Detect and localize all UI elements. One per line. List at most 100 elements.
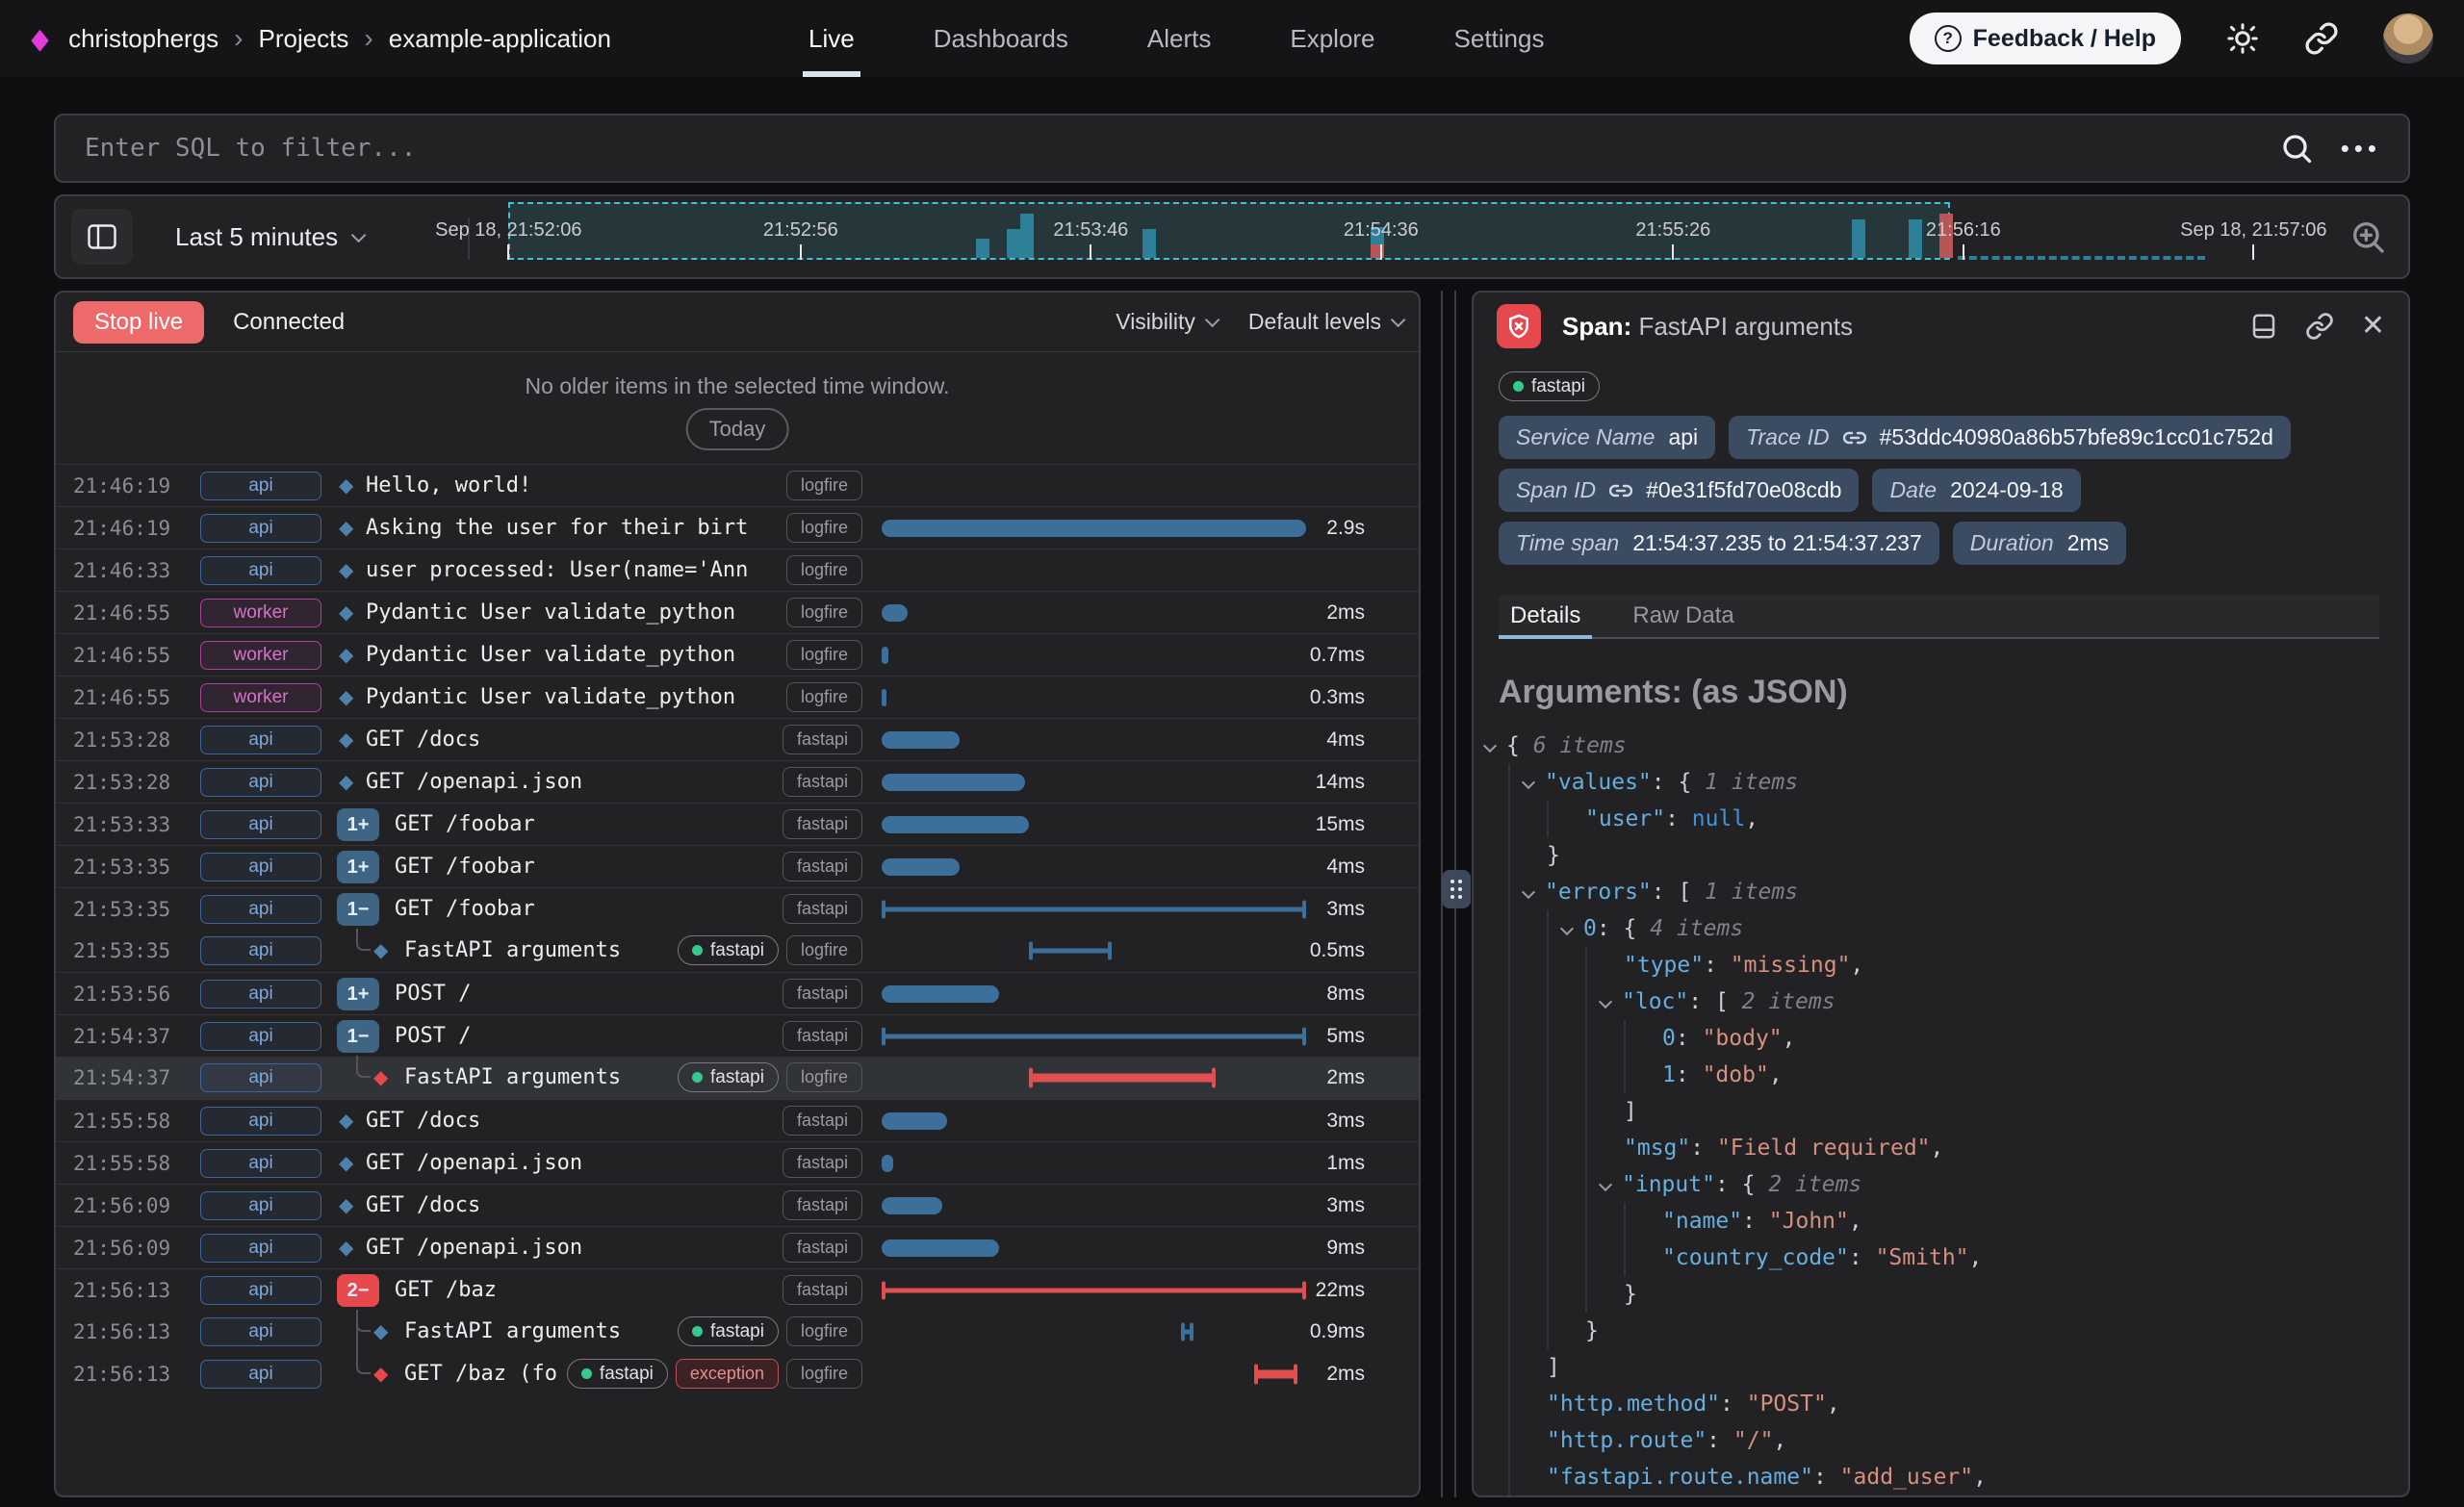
trace-row[interactable]: 21:46:19api◆Asking the user for their bi… xyxy=(56,506,1419,549)
trace-row[interactable]: 21:46:55worker◆Pydantic User validate_py… xyxy=(56,676,1419,718)
trace-row[interactable]: 21:56:09api◆GET /docsfastapi3ms xyxy=(56,1184,1419,1226)
row-tags: fastapilogfire xyxy=(678,1316,862,1346)
duration-bar xyxy=(1254,1353,1297,1395)
diamond-blue-icon: ◆ xyxy=(339,592,353,634)
nav-tab-explore[interactable]: Explore xyxy=(1290,0,1374,77)
trace-row[interactable]: 21:53:28api◆GET /openapi.jsonfastapi14ms xyxy=(56,760,1419,803)
sql-filter-input[interactable] xyxy=(56,134,2279,163)
sidebar-toggle-button[interactable] xyxy=(71,209,133,265)
metadata-badge-span-id[interactable]: Span ID#0e31f5fd70e08cdb xyxy=(1499,469,1859,512)
zoom-in-icon[interactable] xyxy=(2348,217,2387,256)
fastapi-tag-pill: fastapi xyxy=(783,1021,862,1051)
breadcrumb-org[interactable]: christophergs xyxy=(68,24,218,54)
nav-tab-live[interactable]: Live xyxy=(808,0,855,77)
trace-row[interactable]: 21:53:35api1−GET /foobarfastapi3ms xyxy=(56,887,1419,930)
visibility-dropdown[interactable]: Visibility xyxy=(1116,309,1216,335)
pane-resize-handle[interactable] xyxy=(1442,870,1471,908)
metadata-badge-duration: Duration2ms xyxy=(1953,522,2126,565)
fastapi-tag-pill: fastapi xyxy=(783,725,862,754)
indent-guide xyxy=(1547,1313,1585,1349)
chevron-down-icon xyxy=(1205,313,1220,328)
trace-row[interactable]: 21:46:19api◆Hello, world!logfire xyxy=(56,464,1419,506)
feedback-help-button[interactable]: ? Feedback / Help xyxy=(1910,13,2181,64)
span-metadata-badges: Service Nameapi Trace ID#53ddc40980a86b57… xyxy=(1499,416,2291,565)
trace-row[interactable]: 21:56:13api◆FastAPI argumentsfastapilogf… xyxy=(56,1311,1419,1353)
row-tags: fastapi xyxy=(783,1021,862,1051)
trace-row[interactable]: 21:46:55worker◆Pydantic User validate_py… xyxy=(56,591,1419,633)
collapse-expand-badge[interactable]: 1+ xyxy=(337,851,379,883)
panel-layout-icon[interactable] xyxy=(2249,312,2278,341)
metadata-badge-trace-id[interactable]: Trace ID#53ddc40980a86b57bfe89c1cc01c752… xyxy=(1729,416,2291,459)
trace-row[interactable]: 21:53:35api◆FastAPI argumentsfastapilogf… xyxy=(56,930,1419,972)
trace-row[interactable]: 21:53:56api1+POST /fastapi8ms xyxy=(56,972,1419,1014)
collapse-expand-badge[interactable]: 1− xyxy=(337,1020,379,1053)
trace-row[interactable]: 21:46:55worker◆Pydantic User validate_py… xyxy=(56,633,1419,676)
collapse-chevron-icon[interactable] xyxy=(1483,739,1497,753)
trace-row[interactable]: 21:46:33api◆user processed: User(name='A… xyxy=(56,549,1419,591)
timeline-tick-label: Sep 18, 21:57:06 xyxy=(2180,219,2326,242)
green-dot-icon xyxy=(581,1368,592,1379)
json-line: "msg": "Field required", xyxy=(1508,1130,2399,1166)
json-line: { 6 items xyxy=(1508,728,2399,764)
trace-row[interactable]: 21:56:13api2−GET /bazfastapi22ms xyxy=(56,1268,1419,1311)
time-range-dropdown[interactable]: Last 5 minutes xyxy=(175,222,362,252)
json-line: "user": null, xyxy=(1508,801,2399,837)
breadcrumb-project[interactable]: example-application xyxy=(389,24,611,54)
detail-tab-raw-data[interactable]: Raw Data xyxy=(1621,595,1745,637)
trace-row[interactable]: 21:53:28api◆GET /docsfastapi4ms xyxy=(56,718,1419,760)
trace-row[interactable]: 21:56:13api◆GET /baz (fofastapiexception… xyxy=(56,1353,1419,1395)
exception-tag-pill: exception xyxy=(676,1359,779,1389)
default-levels-dropdown[interactable]: Default levels xyxy=(1248,309,1401,335)
badge-value: api xyxy=(1668,424,1698,450)
row-tags: logfire xyxy=(786,513,862,543)
collapse-expand-badge[interactable]: 1+ xyxy=(337,978,379,1010)
row-tags: fastapilogfire xyxy=(678,935,862,965)
timeline-tick-label: 21:54:36 xyxy=(1344,219,1419,242)
logfire-logo-icon[interactable]: ◆ xyxy=(31,22,48,56)
timeline-histogram[interactable]: Sep 18, 21:52:0621:52:5621:53:4621:54:36… xyxy=(445,196,2379,281)
row-message: FastAPI arguments xyxy=(404,930,621,972)
trace-row[interactable]: 21:53:33api1+GET /foobarfastapi15ms xyxy=(56,803,1419,845)
timeline-selection[interactable] xyxy=(508,202,1949,260)
share-link-icon[interactable] xyxy=(2304,21,2339,56)
trace-row[interactable]: 21:56:09api◆GET /openapi.jsonfastapi9ms xyxy=(56,1226,1419,1268)
indent-guide xyxy=(1508,1459,1547,1495)
collapse-expand-badge[interactable]: 2− xyxy=(337,1274,379,1307)
duration-bar-zone xyxy=(882,1100,1315,1142)
trace-row[interactable]: 21:54:37api◆FastAPI argumentsfastapilogf… xyxy=(56,1057,1419,1099)
row-tags: logfire xyxy=(786,555,862,585)
indent-guide xyxy=(1624,1239,1662,1276)
trace-row[interactable]: 21:55:58api◆GET /docsfastapi3ms xyxy=(56,1099,1419,1141)
diamond-blue-icon: ◆ xyxy=(373,930,388,972)
histogram-bar xyxy=(976,239,989,258)
trace-row[interactable]: 21:54:37api1−POST /fastapi5ms xyxy=(56,1014,1419,1057)
search-icon[interactable] xyxy=(2279,131,2314,166)
metadata-badge-service-name: Service Nameapi xyxy=(1499,416,1715,459)
row-tags: fastapi xyxy=(783,894,862,924)
breadcrumb-section[interactable]: Projects xyxy=(258,24,348,54)
nav-tab-dashboards[interactable]: Dashboards xyxy=(934,0,1068,77)
collapse-expand-badge[interactable]: 1+ xyxy=(337,808,379,841)
service-badge-api: api xyxy=(200,1360,321,1389)
diamond-red-icon: ◆ xyxy=(373,1057,388,1099)
service-badge-api: api xyxy=(200,1317,321,1346)
close-icon[interactable]: ✕ xyxy=(2361,312,2385,341)
copy-link-icon[interactable] xyxy=(2305,312,2334,341)
trace-row[interactable]: 21:53:35api1+GET /foobarfastapi4ms xyxy=(56,845,1419,887)
detail-tab-details[interactable]: Details xyxy=(1499,595,1592,637)
trace-row[interactable]: 21:55:58api◆GET /openapi.jsonfastapi1ms xyxy=(56,1141,1419,1184)
stop-live-button[interactable]: Stop live xyxy=(73,301,204,344)
more-options-icon[interactable]: ••• xyxy=(2341,134,2381,164)
theme-toggle-icon[interactable] xyxy=(2225,21,2260,56)
indent-guide xyxy=(1508,983,1547,1020)
service-badge-api: api xyxy=(200,1191,321,1220)
user-avatar[interactable] xyxy=(2383,13,2433,64)
nav-tab-alerts[interactable]: Alerts xyxy=(1147,0,1211,77)
row-timestamp: 21:54:37 xyxy=(73,1057,170,1099)
nav-tab-settings[interactable]: Settings xyxy=(1454,0,1545,77)
row-tags: fastapi xyxy=(783,852,862,881)
today-button[interactable]: Today xyxy=(686,408,789,450)
indent-guide xyxy=(1508,1057,1547,1093)
default-levels-label: Default levels xyxy=(1248,309,1381,335)
collapse-expand-badge[interactable]: 1− xyxy=(337,893,379,926)
